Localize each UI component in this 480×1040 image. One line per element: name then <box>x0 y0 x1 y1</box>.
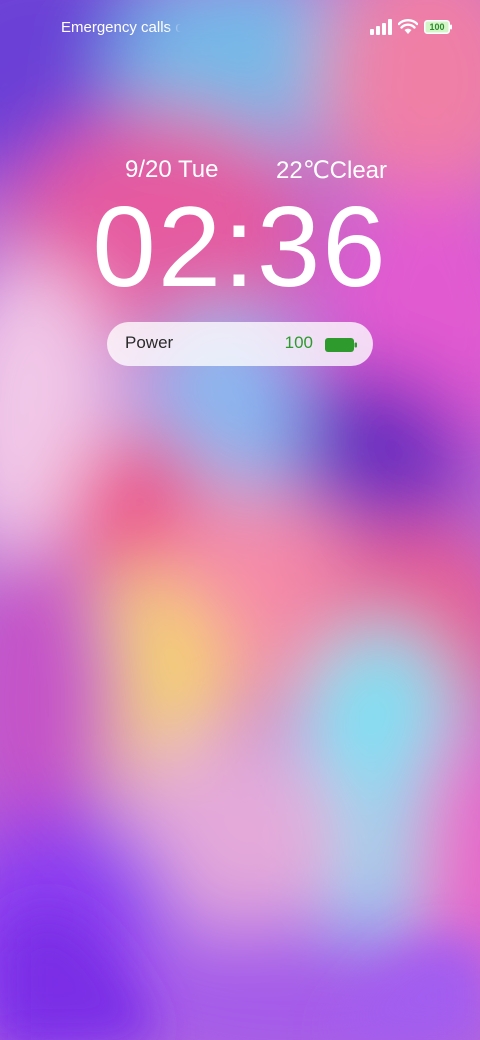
power-label: Power <box>125 333 174 352</box>
power-value: 100 <box>284 333 313 352</box>
battery-icon: 100 <box>424 20 452 34</box>
signal-icon <box>370 19 392 35</box>
lock-screen: Emergency calls only 100 9 <box>0 0 480 1040</box>
date-label: 9/20 Tue <box>125 156 219 183</box>
status-icons: 100 <box>370 17 452 37</box>
carrier-text: Emergency calls only <box>61 19 181 36</box>
clock: 02:36 <box>92 184 388 311</box>
status-bar: Emergency calls only 100 <box>0 0 480 56</box>
battery-icon <box>325 338 357 352</box>
power-widget[interactable]: Power 100 <box>107 322 373 366</box>
wifi-icon <box>398 19 418 34</box>
battery-level-text: 100 <box>429 22 445 32</box>
weather-label: 22℃Clear <box>276 157 387 184</box>
